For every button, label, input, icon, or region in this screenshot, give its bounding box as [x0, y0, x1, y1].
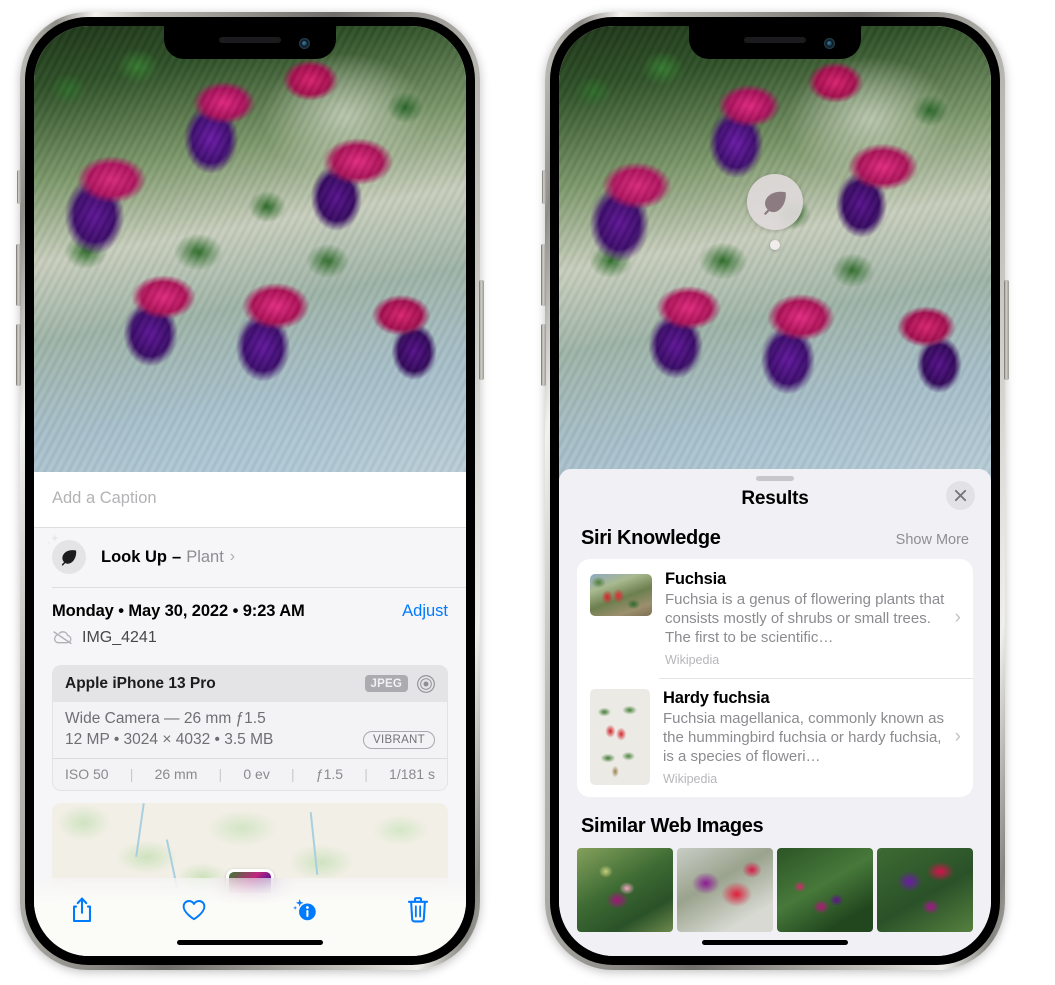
sheet-title: Results [741, 488, 809, 509]
exif-separator: | [364, 765, 368, 782]
trash-icon [407, 897, 429, 923]
volume-up-button[interactable] [16, 244, 21, 306]
notch [164, 26, 336, 59]
info-button[interactable] [286, 890, 326, 930]
volume-down-button[interactable] [541, 324, 546, 386]
photo-viewer[interactable] [34, 26, 466, 478]
siri-knowledge-header: Siri Knowledge Show More [559, 524, 991, 559]
volume-down-button[interactable] [16, 324, 21, 386]
web-image-2[interactable] [677, 847, 773, 932]
info-sparkle-icon [293, 899, 316, 921]
volume-up-button[interactable] [541, 244, 546, 306]
siri-knowledge-card: Fuchsia Fuchsia is a genus of flowering … [577, 559, 973, 797]
web-image-3[interactable] [777, 847, 873, 932]
power-button[interactable] [1004, 280, 1009, 380]
exif-shutter: 1/181 s [389, 765, 435, 782]
front-camera [824, 38, 835, 49]
front-camera [299, 38, 310, 49]
visual-lookup-badge[interactable] [747, 174, 803, 230]
exif-separator: | [129, 765, 134, 782]
aperture-icon [417, 674, 435, 693]
photo-viewer[interactable] [559, 26, 991, 496]
cloud-slash-icon [53, 631, 72, 645]
image-specs: 12 MP • 3024 × 4032 • 3.5 MB [65, 730, 274, 748]
share-icon [73, 897, 91, 923]
camera-card-body: Wide Camera — 26 mm ƒ1.5 12 MP • 3024 × … [53, 701, 447, 758]
results-sheet: Results Siri Knowledge Show More Fuchsia… [559, 469, 991, 956]
knowledge-thumbnail [590, 574, 652, 616]
adjust-button[interactable]: Adjust [402, 602, 448, 621]
format-badge: JPEG [364, 675, 408, 692]
knowledge-source: Wikipedia [663, 771, 718, 786]
knowledge-row[interactable]: Hardy fuchsia Fuchsia magellanica, commo… [577, 678, 973, 797]
exif-focal: 26 mm [154, 765, 198, 782]
caption-field[interactable]: Add a Caption [34, 472, 466, 528]
phone-right: Results Siri Knowledge Show More Fuchsia… [541, 12, 1009, 970]
exif-aperture: ƒ1.5 [315, 765, 344, 782]
look-up-row[interactable]: Look Up – Plant › [34, 528, 466, 587]
sparkles-icon [46, 534, 59, 545]
phone-bezel: Add a Caption Look Up – Plant › Monday •… [25, 17, 475, 965]
home-indicator[interactable] [177, 940, 323, 945]
silence-switch[interactable] [17, 170, 21, 204]
heart-icon [182, 900, 206, 921]
phone-left: Add a Caption Look Up – Plant › Monday •… [16, 12, 484, 970]
knowledge-thumbnail [590, 689, 650, 786]
camera-model: Apple iPhone 13 Pro [65, 674, 216, 692]
knowledge-row[interactable]: Fuchsia Fuchsia is a genus of flowering … [577, 559, 973, 678]
camera-card-header: Apple iPhone 13 Pro JPEG [53, 665, 447, 702]
look-up-label-group: Look Up – Plant › [101, 548, 235, 567]
show-more-button[interactable]: Show More [896, 532, 969, 548]
screen-right: Results Siri Knowledge Show More Fuchsia… [559, 26, 991, 956]
photo-date: Monday • May 30, 2022 • 9:23 AM [52, 601, 305, 620]
visual-lookup-anchor-dot [770, 240, 780, 250]
chevron-right-icon: › [954, 607, 961, 629]
delete-button[interactable] [398, 890, 438, 930]
exif-separator: | [291, 765, 295, 782]
knowledge-description: Fuchsia magellanica, commonly known as t… [663, 710, 944, 766]
look-up-label: Look Up [101, 547, 167, 566]
similar-web-images-row [559, 847, 991, 932]
knowledge-title: Hardy fuchsia [663, 689, 770, 708]
leaf-icon [46, 534, 86, 574]
knowledge-title: Fuchsia [665, 570, 726, 588]
similar-web-images-header: Similar Web Images [559, 797, 991, 842]
camera-info-card[interactable]: Apple iPhone 13 Pro JPEG Wide Camera — 2… [52, 664, 448, 791]
web-image-4[interactable] [877, 847, 973, 932]
close-button[interactable] [946, 481, 975, 510]
sheet-header: Results [559, 481, 991, 524]
style-badge: VIBRANT [363, 730, 435, 749]
chevron-right-icon: › [229, 548, 236, 565]
caption-placeholder: Add a Caption [52, 489, 157, 507]
notch [689, 26, 861, 59]
screen-left: Add a Caption Look Up – Plant › Monday •… [34, 26, 466, 956]
favorite-button[interactable] [174, 890, 214, 930]
power-button[interactable] [479, 280, 484, 380]
knowledge-description: Fuchsia is a genus of flowering plants t… [665, 591, 945, 647]
section-title-siri-knowledge: Siri Knowledge [581, 527, 721, 549]
exif-row: ISO 50 | 26 mm | 0 ev | ƒ1.5 | 1/181 s [53, 757, 447, 790]
exif-exposure: 0 ev [243, 765, 270, 782]
home-indicator[interactable] [702, 940, 848, 945]
look-up-subject: Plant [186, 547, 224, 566]
share-button[interactable] [62, 890, 102, 930]
chevron-right-icon: › [954, 726, 961, 748]
phone-bezel: Results Siri Knowledge Show More Fuchsia… [550, 17, 1000, 965]
photo-filename: IMG_4241 [82, 628, 157, 646]
leaf-icon [764, 191, 786, 215]
knowledge-source: Wikipedia [665, 652, 720, 667]
metadata-block: Monday • May 30, 2022 • 9:23 AM Adjust I… [34, 588, 466, 657]
earpiece-speaker [744, 37, 806, 43]
web-image-1[interactable] [577, 847, 673, 932]
earpiece-speaker [219, 37, 281, 43]
look-up-dash: – [172, 547, 182, 566]
exif-separator: | [218, 765, 223, 782]
silence-switch[interactable] [542, 170, 546, 204]
section-title-similar-web-images: Similar Web Images [581, 814, 764, 837]
close-icon [954, 489, 967, 502]
lens-info: Wide Camera — 26 mm ƒ1.5 [65, 709, 266, 727]
exif-iso: ISO 50 [65, 765, 109, 782]
